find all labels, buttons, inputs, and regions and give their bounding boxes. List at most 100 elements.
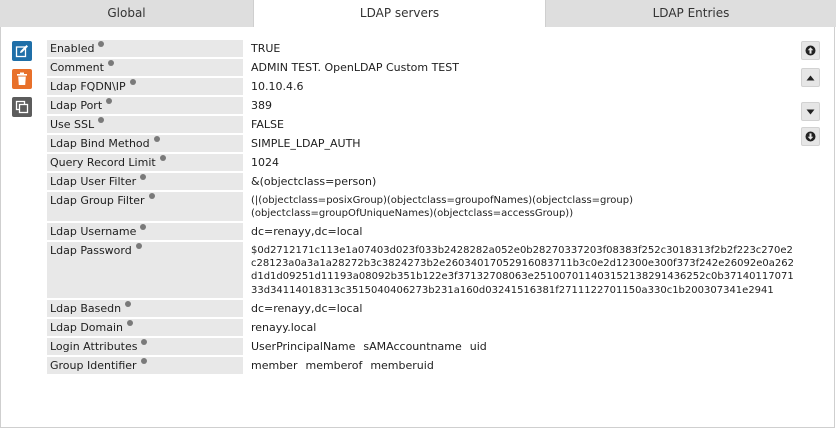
pencil-square-icon xyxy=(15,45,28,58)
tab-ldap-servers[interactable]: LDAP servers xyxy=(254,0,546,27)
label-login-attributes: Login Attributes xyxy=(47,337,243,355)
row-comment: Comment ADMIN TEST. OpenLDAP Custom TEST xyxy=(47,59,795,76)
edit-button[interactable] xyxy=(12,41,32,61)
info-icon[interactable] xyxy=(159,155,166,161)
label-username: Ldap Username xyxy=(47,223,243,240)
info-icon[interactable] xyxy=(148,193,155,199)
info-icon[interactable] xyxy=(125,300,132,307)
row-group-filter: Ldap Group Filter (|(objectclass=posixGr… xyxy=(47,192,795,221)
label-ssl: Use SSL xyxy=(47,116,243,133)
value-fqdn: 10.10.4.6 xyxy=(251,80,304,93)
group-filter-line-2: (objectclass=groupOfUniqueNames)(objectc… xyxy=(251,208,574,219)
group-identifier: memberof xyxy=(305,358,363,372)
value-query-limit: 1024 xyxy=(251,156,279,169)
row-bind-method: Ldap Bind Method SIMPLE_LDAP_AUTH xyxy=(47,135,795,152)
info-icon[interactable] xyxy=(127,319,134,326)
caret-up-icon xyxy=(806,75,815,80)
value-basedn: dc=renayy,dc=local xyxy=(251,301,363,315)
value-password: $0d2712171c113e1a07403d023f033b2428282a0… xyxy=(251,245,794,296)
caret-down-icon xyxy=(806,109,815,114)
move-down-button[interactable] xyxy=(801,102,820,121)
circle-arrow-up-icon xyxy=(805,45,816,56)
label-text: Ldap FQDN\IP xyxy=(50,80,126,93)
label-text: Login Attributes xyxy=(50,339,138,353)
tab-global[interactable]: Global xyxy=(0,0,254,27)
row-query-limit: Query Record Limit 1024 xyxy=(47,154,795,171)
label-text: Enabled xyxy=(50,42,95,55)
move-top-button[interactable] xyxy=(801,41,820,60)
value-port: 389 xyxy=(251,99,272,112)
value-group-identifier: member memberof memberuid xyxy=(243,357,795,374)
row-password: Ldap Password $0d2712171c113e1a07403d023… xyxy=(47,242,795,298)
copy-button[interactable] xyxy=(12,97,32,117)
label-text: Ldap User Filter xyxy=(50,175,137,188)
label-query-limit: Query Record Limit xyxy=(47,154,243,171)
label-enabled: Enabled xyxy=(47,40,243,57)
info-icon[interactable] xyxy=(140,357,147,364)
value-username: dc=renayy,dc=local xyxy=(251,225,363,238)
label-text: Ldap Domain xyxy=(50,320,124,334)
info-icon[interactable] xyxy=(98,117,105,123)
value-bind-method: SIMPLE_LDAP_AUTH xyxy=(251,137,361,150)
copy-icon xyxy=(15,100,29,114)
label-text: Use SSL xyxy=(50,118,95,131)
group-filter-line-1: (|(objectclass=posixGroup)(objectclass=g… xyxy=(251,195,633,206)
delete-button[interactable] xyxy=(12,69,32,89)
info-icon[interactable] xyxy=(140,224,147,230)
group-identifier: member xyxy=(251,358,298,372)
info-icon[interactable] xyxy=(140,174,147,180)
label-text: Ldap Password xyxy=(50,244,132,257)
row-username: Ldap Username dc=renayy,dc=local xyxy=(47,223,795,240)
label-group-identifier: Group Identifier xyxy=(47,356,243,374)
info-icon[interactable] xyxy=(153,136,160,142)
label-user-filter: Ldap User Filter xyxy=(47,173,243,190)
row-enabled: Enabled TRUE xyxy=(47,40,795,57)
label-text: Query Record Limit xyxy=(50,156,156,169)
login-attribute: UserPrincipalName xyxy=(251,339,356,353)
info-icon[interactable] xyxy=(141,338,148,345)
value-comment: ADMIN TEST. OpenLDAP Custom TEST xyxy=(251,61,459,74)
row-basedn: Ldap Basedn dc=renayy,dc=local xyxy=(47,299,795,317)
label-text: Ldap Bind Method xyxy=(50,137,150,150)
row-fqdn: Ldap FQDN\IP 10.10.4.6 xyxy=(47,78,795,95)
value-ssl: FALSE xyxy=(251,118,284,131)
label-text: Ldap Basedn xyxy=(50,301,122,315)
value-enabled: TRUE xyxy=(251,42,281,55)
label-port: Ldap Port xyxy=(47,97,243,114)
row-user-filter: Ldap User Filter &(objectclass=person) xyxy=(47,173,795,190)
row-port: Ldap Port 389 xyxy=(47,97,795,114)
label-domain: Ldap Domain xyxy=(47,318,243,336)
row-domain: Ldap Domain renayy.local xyxy=(47,318,795,336)
label-basedn: Ldap Basedn xyxy=(47,299,243,317)
label-text: Ldap Group Filter xyxy=(50,194,145,207)
label-text: Ldap Username xyxy=(50,225,137,238)
value-login-attributes: UserPrincipalName sAMAccountname uid xyxy=(243,338,795,355)
label-bind-method: Ldap Bind Method xyxy=(47,135,243,152)
value-group-filter: (|(objectclass=posixGroup)(objectclass=g… xyxy=(243,192,795,221)
row-login-attributes: Login Attributes UserPrincipalName sAMAcc… xyxy=(47,337,795,355)
property-grid: Enabled TRUE Comment ADMIN TEST. OpenLDA… xyxy=(47,40,795,376)
info-icon[interactable] xyxy=(98,41,105,47)
info-icon[interactable] xyxy=(107,60,114,66)
group-identifier: memberuid xyxy=(370,358,434,372)
move-bottom-button[interactable] xyxy=(801,127,820,146)
trash-icon xyxy=(17,72,27,85)
login-attribute: sAMAccountname xyxy=(363,339,462,353)
row-ssl: Use SSL FALSE xyxy=(47,116,795,133)
label-fqdn: Ldap FQDN\IP xyxy=(47,78,243,95)
info-icon[interactable] xyxy=(129,79,136,85)
label-text: Group Identifier xyxy=(50,358,137,372)
info-icon[interactable] xyxy=(106,98,113,104)
label-group-filter: Ldap Group Filter xyxy=(47,192,243,221)
tab-bar: Global LDAP servers LDAP Entries xyxy=(0,0,836,27)
circle-arrow-down-icon xyxy=(805,131,816,142)
tab-ldap-entries[interactable]: LDAP Entries xyxy=(546,0,836,27)
label-text: Ldap Port xyxy=(50,99,103,112)
label-password: Ldap Password xyxy=(47,242,243,298)
value-domain: renayy.local xyxy=(251,320,317,334)
row-group-identifier: Group Identifier member memberof memberuid xyxy=(47,356,795,374)
value-user-filter: &(objectclass=person) xyxy=(251,175,377,188)
info-icon[interactable] xyxy=(135,243,142,249)
login-attribute: uid xyxy=(469,339,487,353)
move-up-button[interactable] xyxy=(801,68,820,87)
